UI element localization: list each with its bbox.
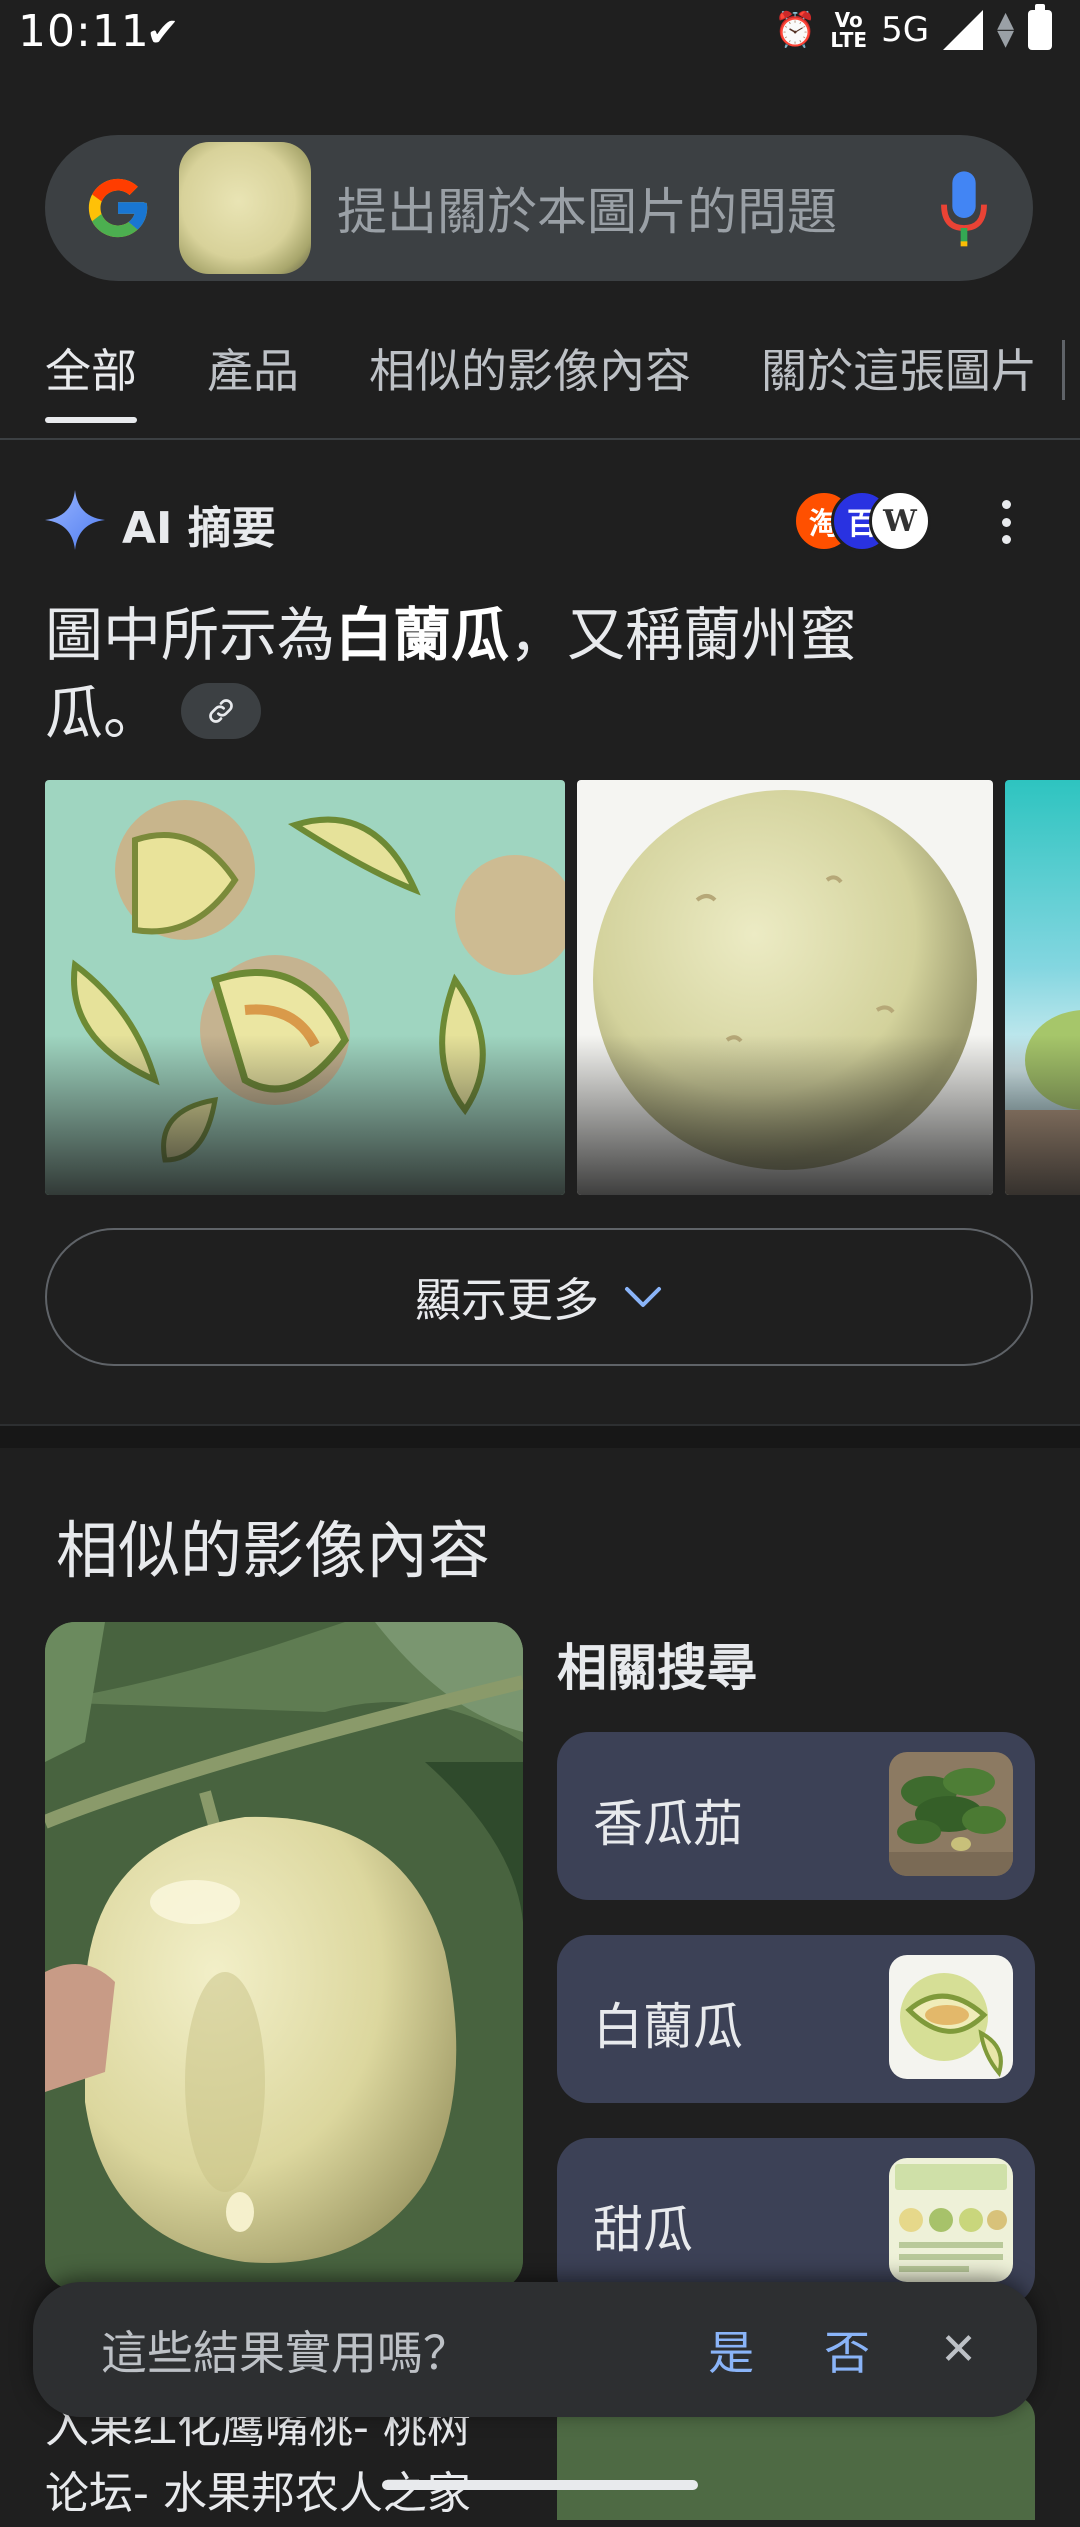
battery-icon <box>1028 4 1052 50</box>
search-bar[interactable]: 提出關於本圖片的問題 <box>45 135 1033 281</box>
data-arrows-icon: ▲ ▼ <box>997 8 1014 51</box>
related-search-thumbnail <box>889 2158 1013 2282</box>
related-search-label: 甜瓜 <box>593 2201 693 2259</box>
result-tabs: 全部 產品 相似的影像內容 關於這張圖片 <box>45 335 1037 423</box>
status-icons: ⏰ Vo LTE 5G ▲ ▼ <box>774 4 1052 52</box>
wikipedia-source-icon[interactable]: W <box>869 490 931 552</box>
related-search-thumbnail <box>889 1955 1013 2079</box>
tabs-separator <box>0 438 1080 440</box>
ai-summary-text: 圖中所示為白蘭瓜，又稱蘭州蜜瓜。 <box>45 596 945 752</box>
source-link-chip[interactable] <box>181 682 262 739</box>
link-icon <box>209 699 233 723</box>
show-more-label: 顯示更多 <box>415 1273 599 1327</box>
carousel-image-whole-melon[interactable] <box>577 780 993 1195</box>
related-search-thumbnail <box>889 1752 1013 1876</box>
tab-similar-images[interactable]: 相似的影像內容 <box>369 335 691 423</box>
search-input[interactable]: 提出關於本圖片的問題 <box>337 172 939 244</box>
related-search-card-pepino[interactable]: 香瓜茄 <box>557 1732 1035 1900</box>
carousel-image-beach-melon[interactable] <box>1005 780 1080 1195</box>
close-icon[interactable]: ✕ <box>940 2324 977 2375</box>
tabs-divider <box>1062 340 1065 400</box>
more-options-icon[interactable] <box>996 500 1016 544</box>
related-search-card-white-orchid-melon[interactable]: 白蘭瓜 <box>557 1935 1035 2103</box>
source-icons[interactable]: 淘 百 W <box>793 490 933 552</box>
show-more-button[interactable]: 顯示更多 <box>45 1228 1033 1366</box>
query-image-thumbnail[interactable] <box>179 142 311 274</box>
tab-products[interactable]: 產品 <box>207 335 299 423</box>
tab-about-image[interactable]: 關於這張圖片 <box>761 335 1037 423</box>
similar-image-melon-on-vine[interactable] <box>45 1622 523 2290</box>
summary-pre: 圖中所示為 <box>45 601 336 669</box>
feedback-question: 這些結果實用嗎？ <box>101 2325 469 2380</box>
result-title-line-2: 论坛- 水果邦农人之家 <box>45 2468 471 2519</box>
similar-images-title: 相似的影像內容 <box>56 1514 491 1587</box>
ai-sparkle-icon <box>45 490 105 550</box>
chevron-down-icon <box>625 1287 661 1307</box>
volte-icon: Vo LTE <box>830 8 868 52</box>
section-divider <box>0 1424 1080 1448</box>
network-label: 5G <box>881 10 930 50</box>
related-search-label: 香瓜茄 <box>593 1795 743 1853</box>
feedback-no-button[interactable]: 否 <box>824 2317 870 2383</box>
related-search-card-sweet-melon[interactable]: 甜瓜 <box>557 2138 1035 2306</box>
check-icon: ✔ <box>146 10 180 56</box>
status-time: 10:11 <box>18 6 150 57</box>
ai-summary-title: AI 摘要 <box>122 503 276 554</box>
related-searches-title: 相關搜尋 <box>557 1639 757 1697</box>
feedback-bar: 這些結果實用嗎？ 是 否 ✕ <box>33 2282 1037 2417</box>
home-indicator[interactable] <box>382 2480 698 2490</box>
tab-all[interactable]: 全部 <box>45 335 137 423</box>
related-search-label: 白蘭瓜 <box>593 1998 743 2056</box>
google-logo-icon[interactable] <box>83 173 153 243</box>
alarm-icon: ⏰ <box>774 10 817 50</box>
microphone-icon[interactable] <box>939 168 989 248</box>
feedback-yes-button[interactable]: 是 <box>708 2317 754 2383</box>
carousel-image-melon-slices[interactable] <box>45 780 565 1195</box>
ai-image-carousel[interactable] <box>45 780 1080 1195</box>
signal-icon <box>943 10 984 50</box>
summary-bold: 白蘭瓜 <box>335 601 510 669</box>
